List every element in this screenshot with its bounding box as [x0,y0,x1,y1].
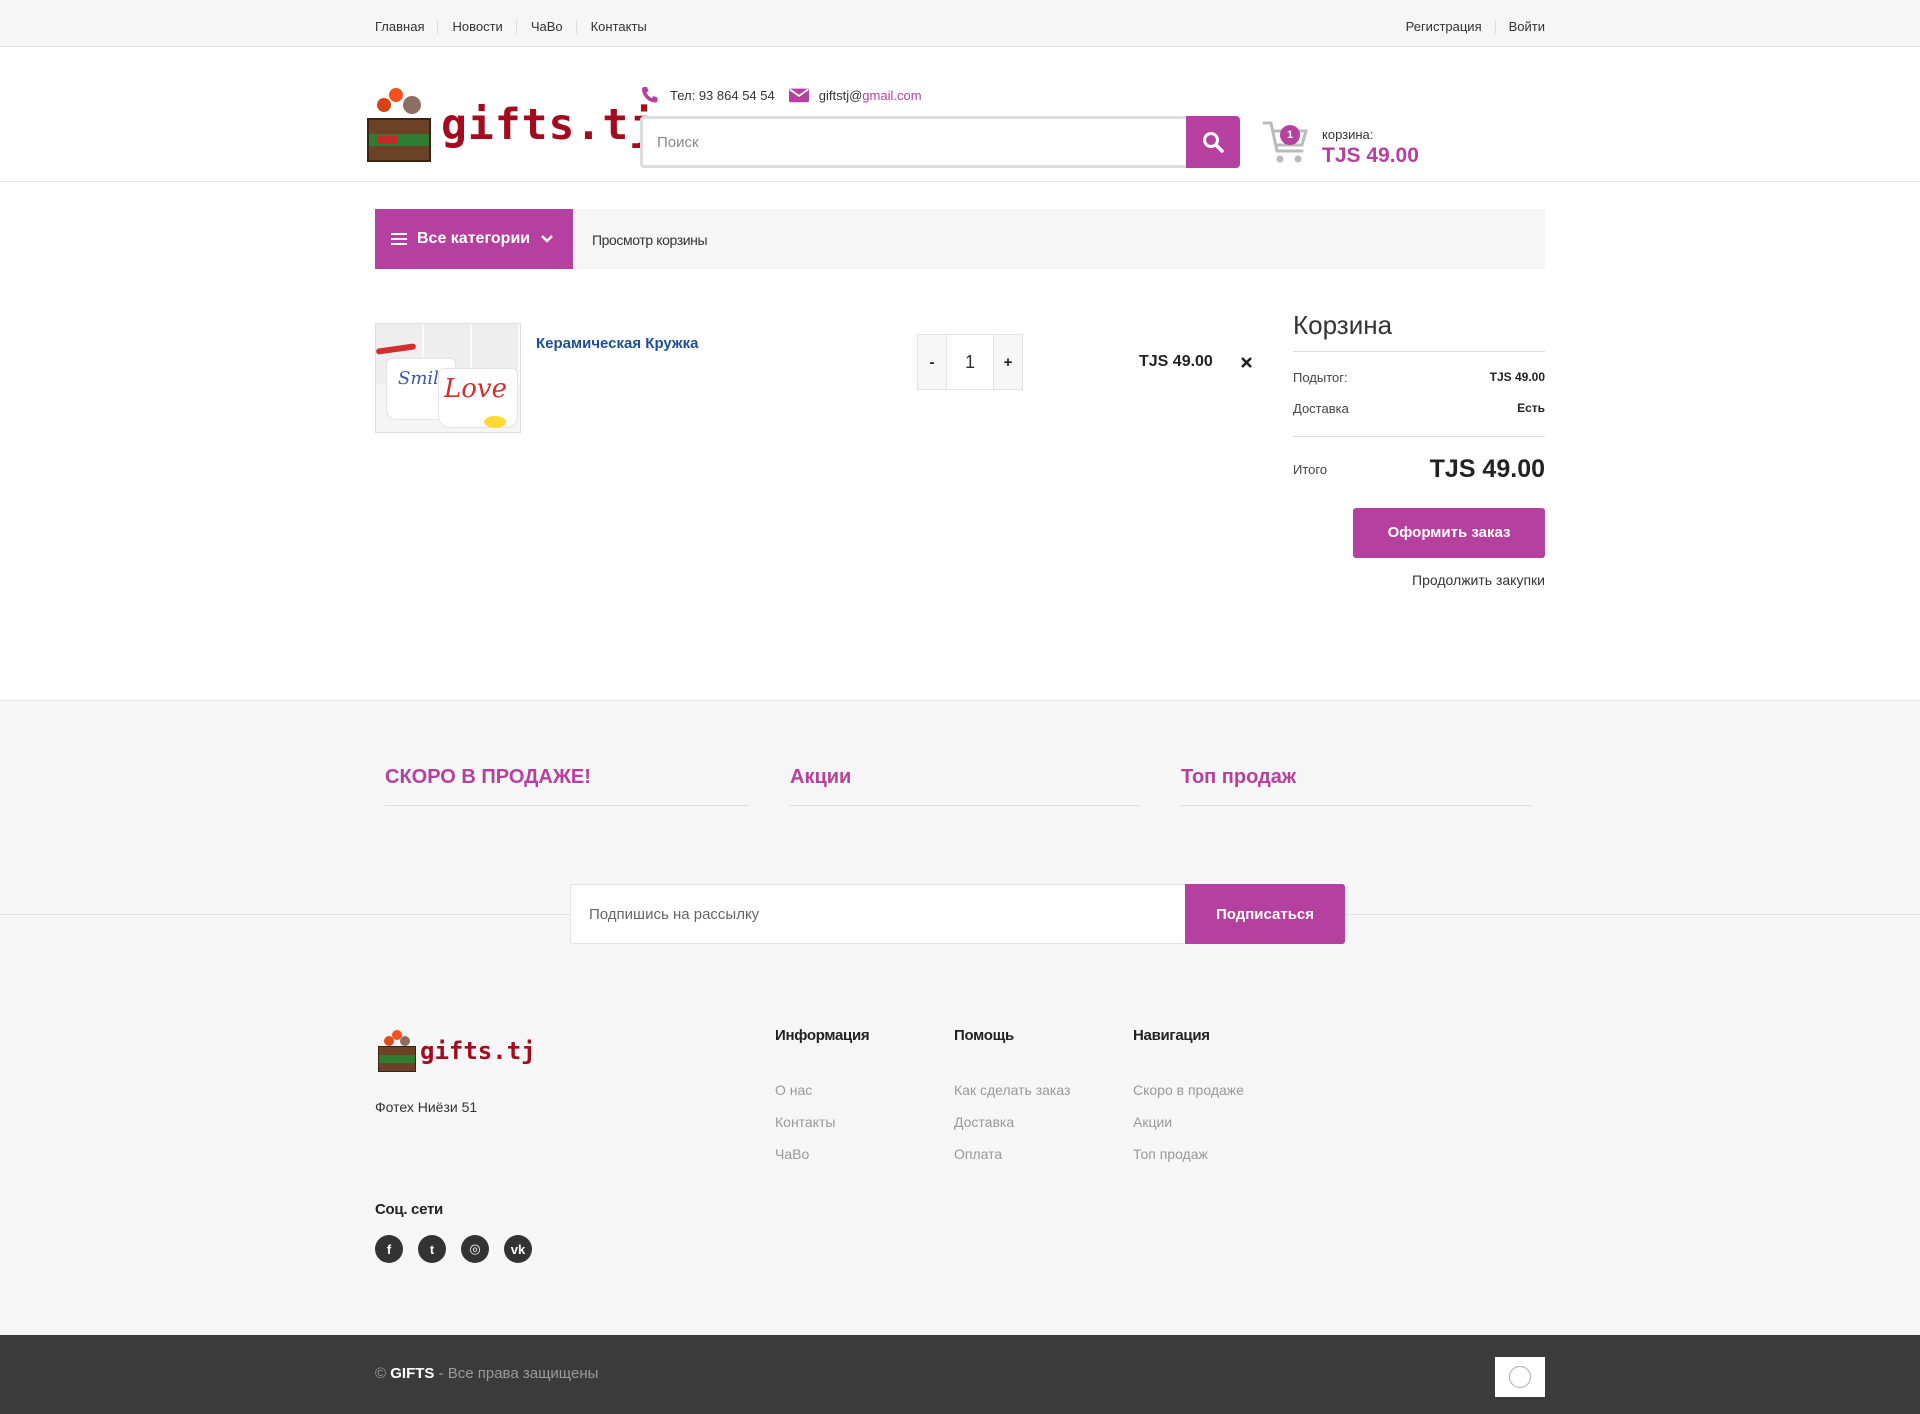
footer-column-title: Информация [775,1027,870,1044]
footer: СКОРО В ПРОДАЖЕ! Акции Топ продаж Подпис… [0,700,1920,1335]
top-nav-home[interactable]: Главная [375,20,439,34]
envelope-icon [788,88,809,103]
register-link[interactable]: Регистрация [1393,20,1496,34]
bottom-bar: © GIFTS - Все права защищены [0,1335,1920,1414]
quantity-stepper: - 1 + [917,334,1023,390]
footer-link-sales[interactable]: Акции [1133,1114,1244,1130]
gift-box-icon [367,118,431,162]
total-row: Итого TJS 49.00 [1293,455,1545,484]
quantity-input[interactable]: 1 [946,335,994,389]
email-user: giftstj@ [818,87,863,103]
footer-logo-text: gifts.tj [420,1037,536,1065]
checkout-button[interactable]: Оформить заказ [1353,508,1545,558]
category-bar: Все категории Просмотр корзины [375,209,1545,269]
footer-link-delivery[interactable]: Доставка [954,1114,1070,1130]
cart-label: корзина: [1322,127,1374,142]
newsletter-email-input[interactable] [570,884,1185,944]
cart-summary: Корзина Подытог: TJS 49.00 Доставка Есть… [1293,310,1545,588]
search-icon [1203,132,1224,153]
continue-shopping-link[interactable]: Продолжить закупки [1293,572,1545,588]
quantity-increase-button[interactable]: + [994,335,1022,389]
footer-logo[interactable]: gifts.tj [376,1026,536,1076]
sales-heading: Акции [790,766,1140,806]
footer-column-title: Помощь [954,1027,1014,1044]
footer-link-top-sales[interactable]: Топ продаж [1133,1146,1244,1162]
social-links: f t ◎ vk [375,1235,547,1263]
total-value: TJS 49.00 [1429,455,1545,483]
subtotal-label: Подытог: [1293,370,1348,385]
copyright-brand: GIFTS [390,1365,435,1382]
top-nav-news[interactable]: Новости [452,20,517,34]
item-price: TJS 49.00 [1139,353,1213,370]
quantity-decrease-button[interactable]: - [918,335,946,389]
phone-icon [642,87,658,103]
top-nav-faq[interactable]: ЧаВо [531,20,577,34]
summary-title: Корзина [1293,310,1545,352]
dribbble-icon[interactable]: ◎ [461,1235,489,1263]
footer-column-navigation: Навигация Скоро в продаже Акции Топ прод… [1133,1027,1244,1178]
header-contacts: Тел: 93 864 54 54 giftstj@ gmail.com [640,86,922,104]
newsletter-form: Подписаться [570,884,1345,944]
account-nav: Регистрация Войти [1393,20,1545,34]
total-label: Итого [1293,462,1328,477]
coming-soon-heading: СКОРО В ПРОДАЖЕ! [385,766,750,806]
breadcrumb: Просмотр корзины [592,232,708,248]
footer-column-info: Информация О нас Контакты ЧаВо [775,1027,870,1178]
cart-amount: TJS 49.00 [1322,144,1419,167]
footer-link-faq[interactable]: ЧаВо [775,1146,869,1162]
mini-cart[interactable]: 1 корзина: TJS 49.00 [1262,119,1442,174]
vk-icon[interactable]: vk [504,1235,532,1263]
chevron-down-icon [541,235,553,243]
gift-box-flowers-icon [377,88,421,122]
subscribe-button[interactable]: Подписаться [1185,884,1345,944]
top-nav-contacts[interactable]: Контакты [591,20,660,34]
shipping-row: Доставка Есть [1293,401,1545,437]
certificate-badge-icon[interactable] [1495,1357,1545,1397]
header: gifts.tj Тел: 93 864 54 54 giftstj@ gmail… [0,47,1920,182]
footer-column-help: Помощь Как сделать заказ Доставка Оплата [954,1027,1070,1178]
footer-link-contacts[interactable]: Контакты [775,1114,869,1130]
shipping-label: Доставка [1293,401,1349,416]
footer-link-how-to-order[interactable]: Как сделать заказ [954,1082,1070,1098]
search-button[interactable] [1186,116,1240,168]
top-sales-heading: Топ продаж [1181,766,1531,806]
address: Фотех Ниёзи 51 [375,1099,478,1115]
email-contact[interactable]: giftstj@ gmail.com [788,86,922,104]
footer-link-coming-soon[interactable]: Скоро в продаже [1133,1082,1244,1098]
social-title: Соц. сети [375,1201,443,1218]
subtotal-row: Подытог: TJS 49.00 [1293,370,1545,385]
copyright: © GIFTS - Все права защищены [375,1365,598,1382]
footer-column-title: Навигация [1133,1027,1210,1044]
mug-print-love: Love [444,374,507,404]
mug-print-smile: Smil [398,368,439,389]
copyright-rights: - Все права защищены [434,1365,599,1382]
top-bar: Главная Новости ЧаВо Контакты Регистраци… [0,0,1920,47]
facebook-icon[interactable]: f [375,1235,403,1263]
subtotal-value: TJS 49.00 [1489,370,1545,384]
all-categories-label: Все категории [417,230,531,247]
email-domain: gmail.com [862,87,922,103]
search-bar [640,116,1240,168]
footer-link-about[interactable]: О нас [775,1082,869,1098]
all-categories-button[interactable]: Все категории [375,209,573,269]
shipping-value: Есть [1517,401,1545,415]
phone-text: Тел: 93 864 54 54 [670,87,775,103]
top-nav: Главная Новости ЧаВо Контакты [375,20,674,34]
menu-icon [391,233,407,245]
remove-item-icon[interactable] [1240,356,1253,369]
cart-count-badge: 1 [1280,125,1300,145]
footer-link-payment[interactable]: Оплата [954,1146,1070,1162]
copyright-symbol: © [375,1365,391,1382]
gift-box-icon [378,1046,416,1072]
search-input[interactable] [640,116,1186,168]
logo-text: gifts.tj [441,100,657,150]
twitter-icon[interactable]: t [418,1235,446,1263]
product-name-link[interactable]: Керамическая Кружка [536,335,698,352]
product-image[interactable]: Smil Love [375,323,521,433]
login-link[interactable]: Войти [1496,20,1545,34]
site-logo[interactable]: gifts.tj [365,84,655,166]
